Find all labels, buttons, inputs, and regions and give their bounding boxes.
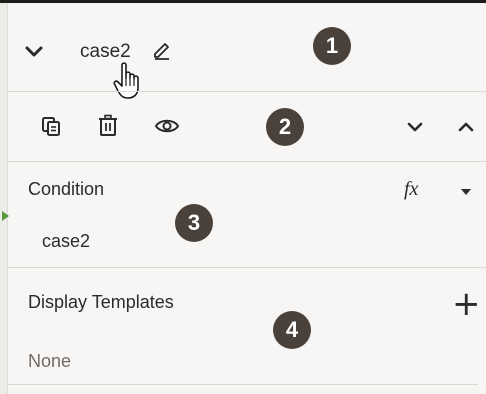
hand-cursor-icon — [113, 62, 139, 99]
indicator-arrow-icon — [2, 211, 9, 221]
pencil-icon[interactable] — [151, 40, 173, 62]
callout-4: 4 — [273, 311, 311, 349]
trash-icon[interactable] — [97, 114, 119, 138]
panel-bottom-border — [8, 384, 478, 385]
case-title[interactable]: case2 — [80, 41, 131, 63]
duplicate-icon[interactable] — [40, 115, 62, 137]
condition-label: Condition — [28, 179, 105, 199]
move-down-chevron-icon[interactable] — [406, 121, 424, 133]
eye-icon[interactable] — [154, 116, 180, 136]
callout-1: 1 — [313, 27, 351, 65]
condition-divider — [8, 267, 486, 268]
fx-button[interactable]: fx — [404, 178, 418, 201]
left-gutter — [0, 3, 8, 394]
move-up-chevron-icon[interactable] — [457, 121, 475, 133]
add-template-button[interactable]: + — [452, 287, 481, 321]
callout-2: 2 — [266, 108, 304, 146]
condition-value[interactable]: case2 — [42, 231, 90, 252]
toolbar-divider — [8, 161, 486, 162]
chevron-down-icon[interactable] — [24, 45, 44, 59]
display-templates-label: Display Templates — [28, 292, 174, 312]
header-divider — [8, 91, 486, 92]
caret-down-icon[interactable] — [458, 186, 474, 198]
display-templates-value: None — [28, 351, 72, 371]
callout-3: 3 — [175, 204, 213, 242]
case-panel: case2 1 2 Condition fx 3 case2 Display T… — [2, 3, 486, 389]
